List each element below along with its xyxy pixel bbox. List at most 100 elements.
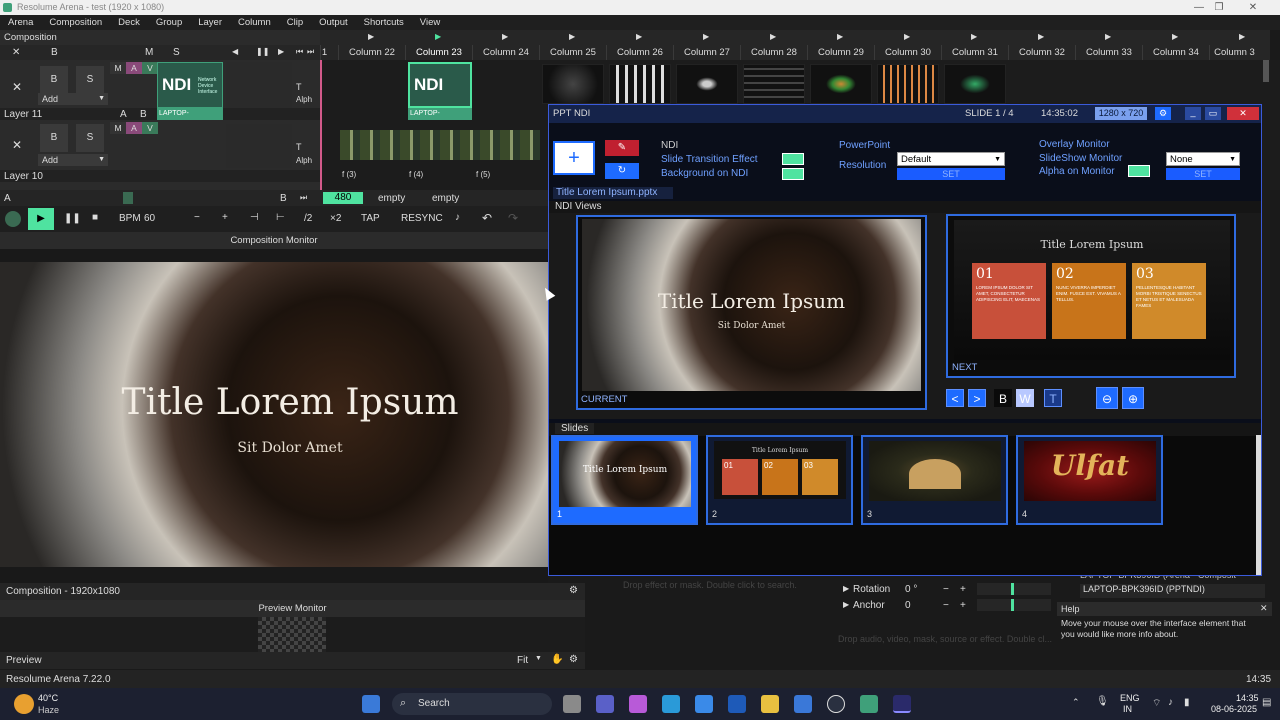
anchor-slider[interactable]	[977, 599, 1051, 611]
menu-view[interactable]: View	[412, 15, 448, 30]
play-column-icon[interactable]: ▶	[904, 32, 910, 41]
column-26[interactable]: Column 26	[606, 45, 673, 60]
clip-thumbnail[interactable]	[676, 64, 738, 104]
layer-m-button[interactable]: M	[110, 62, 126, 74]
store-icon[interactable]	[695, 695, 713, 713]
play-column-icon[interactable]: ▶	[368, 32, 374, 41]
alpha-toggle[interactable]: Alph	[296, 156, 316, 168]
layer-v-button[interactable]: V	[142, 122, 158, 134]
bpm-plus-button[interactable]: +	[222, 212, 228, 223]
layer-s-button[interactable]: S	[76, 124, 104, 152]
column-35[interactable]: Column 3	[1209, 45, 1259, 60]
layer-a-button[interactable]: A	[126, 122, 142, 134]
menu-shortcuts[interactable]: Shortcuts	[356, 15, 412, 30]
minimize-icon[interactable]: _	[1185, 107, 1201, 120]
play-column-icon[interactable]: ▶	[703, 32, 709, 41]
comp-m-button[interactable]: M	[145, 47, 153, 58]
slide-thumb-3[interactable]: 3	[861, 435, 1008, 525]
ndi-clip[interactable]: NDI Network Device Interface	[157, 62, 223, 108]
clip-ndi-active[interactable]: NDI	[408, 62, 472, 108]
battery-icon[interactable]: ▮	[1184, 697, 1190, 708]
chevron-up-icon[interactable]: ⌃	[1072, 697, 1080, 708]
play-column-icon[interactable]: ▶	[636, 32, 642, 41]
undo-icon[interactable]: ↶	[482, 211, 492, 225]
deck-480[interactable]: 480	[323, 192, 363, 204]
slide-thumb-1[interactable]: Title Lorem Ipsum 1	[551, 435, 698, 525]
teams-icon[interactable]	[596, 695, 614, 713]
clip-thumbnail[interactable]	[877, 64, 939, 104]
play-button[interactable]: ▶	[28, 208, 54, 230]
rotation-plus[interactable]: +	[960, 584, 966, 595]
layer-b-button[interactable]: B	[40, 124, 68, 152]
column-25[interactable]: Column 25	[539, 45, 606, 60]
maximize-button[interactable]: ❐	[1204, 0, 1234, 15]
mic-icon[interactable]: 🎙	[1096, 696, 1109, 707]
expand-icon[interactable]: ▶	[843, 584, 849, 593]
layer-11-a[interactable]: A	[120, 109, 127, 120]
nudge-left-icon[interactable]: ⊣	[250, 212, 259, 223]
volume-icon[interactable]: ♪	[1168, 697, 1173, 708]
alpha-toggle[interactable]	[1128, 165, 1150, 177]
notification-icon[interactable]: ▤	[1262, 697, 1271, 708]
deck-next-icon[interactable]: ⏭	[300, 193, 307, 203]
deck-b[interactable]: B	[280, 193, 287, 204]
resolution-set-button[interactable]: SET	[897, 168, 1005, 180]
column-28[interactable]: Column 28	[740, 45, 807, 60]
redo-icon[interactable]: ↷	[508, 211, 518, 225]
pause-icon[interactable]: ❚❚	[256, 47, 269, 56]
close-icon[interactable]: ✕	[1260, 603, 1268, 614]
source-item[interactable]: LAPTOP-BPK396ID (PPTNDI)	[1080, 584, 1265, 598]
edit-button[interactable]: ✎	[605, 140, 639, 156]
column-22[interactable]: Column 22	[338, 45, 405, 60]
stop-button[interactable]: ■	[92, 212, 98, 223]
close-icon[interactable]: ✕	[1227, 107, 1259, 120]
alpha-toggle[interactable]: Alph	[296, 95, 316, 107]
open-folder-button[interactable]: +	[553, 141, 595, 175]
start-icon[interactable]	[362, 695, 380, 713]
play-column-icon[interactable]: ▶	[569, 32, 575, 41]
deck-marker[interactable]	[123, 192, 133, 204]
white-screen-button[interactable]: W	[1016, 389, 1034, 407]
play-column-icon[interactable]: ▶	[1239, 32, 1245, 41]
bpm-double-button[interactable]: ×2	[330, 213, 341, 224]
t-toggle[interactable]: T	[296, 142, 316, 154]
prev-icon[interactable]: ◀	[232, 47, 238, 56]
column-32[interactable]: Column 32	[1008, 45, 1075, 60]
background-toggle[interactable]	[782, 168, 804, 180]
bpm-minus-button[interactable]: −	[194, 212, 200, 223]
layer-clear-icon[interactable]: ✕	[12, 80, 22, 94]
column-31[interactable]: Column 31	[941, 45, 1008, 60]
refresh-button[interactable]: ↻	[605, 163, 639, 179]
layer-clear-icon[interactable]: ✕	[12, 138, 22, 152]
bpm-half-button[interactable]: /2	[304, 213, 312, 224]
pause-button[interactable]: ❚❚	[64, 213, 81, 224]
menu-layer[interactable]: Layer	[190, 15, 230, 30]
menu-composition[interactable]: Composition	[41, 15, 110, 30]
monitor-set-button[interactable]: SET	[1166, 168, 1240, 180]
empty-clip-slot[interactable]	[226, 62, 292, 108]
play-column-icon[interactable]: ▶	[971, 32, 977, 41]
settings-icon[interactable]: ⚙	[569, 585, 578, 596]
globe-icon[interactable]	[5, 211, 21, 227]
comp-b-button[interactable]: B	[51, 47, 58, 58]
rotation-slider[interactable]	[977, 583, 1051, 595]
deck-empty-1[interactable]: empty	[378, 193, 405, 204]
anchor-plus[interactable]: +	[960, 600, 966, 611]
column-27[interactable]: Column 27	[673, 45, 740, 60]
edge-icon[interactable]	[662, 695, 680, 713]
rotation-value[interactable]: 0 °	[905, 584, 917, 595]
play-column-icon[interactable]: ▶	[1105, 32, 1111, 41]
column-29[interactable]: Column 29	[807, 45, 874, 60]
weather-text[interactable]: Haze	[38, 705, 59, 715]
play-column-icon[interactable]: ▶	[435, 32, 441, 41]
layer-a-button[interactable]: A	[126, 62, 142, 74]
deck-empty-2[interactable]: empty	[432, 193, 459, 204]
menu-group[interactable]: Group	[148, 15, 190, 30]
visual-studio-icon[interactable]	[794, 695, 812, 713]
layer-s-button[interactable]: S	[76, 66, 104, 94]
black-screen-button[interactable]: B	[994, 389, 1012, 407]
hand-icon[interactable]: ✋	[551, 654, 563, 665]
clip-thumbnail[interactable]	[743, 64, 805, 104]
language-region[interactable]: IN	[1123, 704, 1132, 714]
zoom-out-icon[interactable]: ⊖	[1096, 387, 1118, 409]
